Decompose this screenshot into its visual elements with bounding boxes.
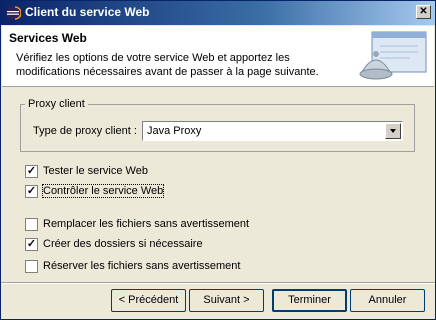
cancel-button[interactable]: Annuler xyxy=(350,289,425,312)
proxy-type-label: Type de proxy client : xyxy=(33,125,137,137)
finish-button[interactable]: Terminer xyxy=(272,289,347,312)
close-icon: ✕ xyxy=(419,6,428,17)
close-button[interactable]: ✕ xyxy=(416,5,431,19)
window-title: Client du service Web xyxy=(25,5,150,19)
page-description: Vérifiez les options de votre service We… xyxy=(16,52,319,78)
wizard-header: Services Web Vérifiez les options de vot… xyxy=(2,26,434,87)
chevron-down-icon[interactable] xyxy=(385,123,401,139)
checkbox-label: Créer des dossiers si nécessaire xyxy=(43,238,203,250)
checkbox-box[interactable] xyxy=(25,218,38,231)
checkbox-box[interactable]: ✓ xyxy=(25,185,38,198)
checkbox-box[interactable]: ✓ xyxy=(25,238,38,251)
checkbox-label: Tester le service Web xyxy=(43,165,148,177)
page-title: Services Web xyxy=(9,31,87,45)
checkbox-label: Remplacer les fichiers sans avertissemen… xyxy=(43,218,250,230)
checkbox-label: Contrôler le service Web xyxy=(41,184,165,198)
proxy-type-value: Java Proxy xyxy=(147,125,202,137)
checkbox-label: Réserver les fichiers sans avertissement xyxy=(43,260,241,272)
checkbox-box[interactable] xyxy=(25,260,38,273)
proxy-type-select[interactable]: Java Proxy xyxy=(142,121,403,141)
eclipse-icon xyxy=(6,6,21,20)
title-bar[interactable]: Client du service Web ✕ xyxy=(1,1,435,25)
wizard-window: Client du service Web ✕ Services Web Vér… xyxy=(0,0,436,320)
footer-separator xyxy=(1,282,435,284)
proxy-group-title: Proxy client xyxy=(25,98,88,110)
back-button[interactable]: < Précédent xyxy=(111,289,186,312)
next-button[interactable]: Suivant > xyxy=(189,289,264,312)
checkbox-box[interactable]: ✓ xyxy=(25,165,38,178)
web-service-banner-icon xyxy=(359,31,427,80)
